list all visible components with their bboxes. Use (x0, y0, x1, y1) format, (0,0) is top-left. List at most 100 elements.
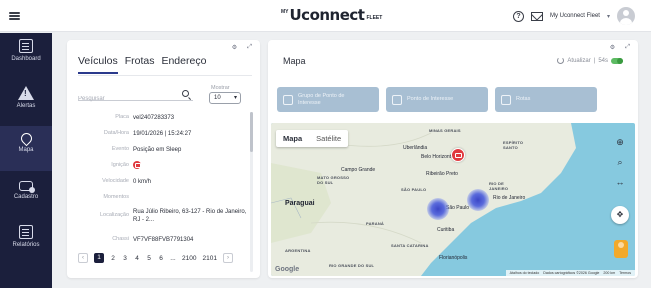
sidebar-item-label: Alertas (16, 103, 36, 109)
map-type-map[interactable]: Mapa (276, 130, 309, 147)
keyboard-shortcuts-link[interactable]: Atalhos do teclado (510, 271, 540, 275)
sidebar-item-register[interactable]: Cadastro (0, 173, 52, 218)
search-icon[interactable] (182, 90, 189, 97)
logo-main: Uconnect (289, 6, 365, 24)
settings-icon[interactable]: ⚙ (232, 44, 237, 51)
map-label: RIO DE JANEIRO (489, 181, 509, 191)
poi-button[interactable]: Ponto de Interesse (386, 87, 488, 112)
routes-label: Rotas (516, 96, 531, 103)
terms-link[interactable]: Termos (619, 271, 631, 275)
detail-row-plate: Placa vel2407283373 (78, 114, 248, 122)
sidebar-item-label: Relatórios (12, 242, 40, 248)
next-page-button[interactable]: › (222, 253, 233, 263)
map-country-label: Paraguai (285, 200, 315, 207)
sidebar-item-dashboard[interactable]: Dashboard (0, 33, 52, 78)
sidebar-item-alerts[interactable]: Alertas (0, 80, 52, 125)
chevron-down-icon[interactable]: ▾ (607, 13, 610, 20)
map-city: Rio de Janeiro (493, 195, 526, 201)
street-view-icon[interactable] (614, 240, 628, 258)
routes-button[interactable]: Rotas (495, 87, 597, 112)
map-panel: ⚙ ⤢ Mapa Atualizar | 54s Grupo de Ponto … (268, 40, 638, 278)
chevron-down-icon: ▾ (233, 95, 237, 101)
expand-icon[interactable]: ⤢ (247, 44, 252, 51)
detail-key: Evento (111, 146, 129, 152)
sidebar-item-map[interactable]: Mapa (0, 126, 52, 171)
vehicle-cluster[interactable] (467, 189, 489, 211)
auto-refresh-toggle[interactable] (611, 57, 623, 64)
map-attribution: Atalhos do teclado Dados cartográficos ©… (505, 270, 635, 276)
hamburger-menu-icon[interactable] (9, 12, 20, 20)
map-recenter-button[interactable]: ✥ (611, 206, 629, 224)
detail-row-chassis: Chassi VF7VF88FVB7791304 (78, 236, 248, 244)
show-label: Mostrar (211, 85, 230, 91)
scrollbar-thumb[interactable] (250, 112, 253, 152)
locate-icon[interactable]: ⊕ (613, 135, 627, 149)
page-size-select[interactable]: 10 ▾ (209, 92, 241, 104)
refresh-label[interactable]: Atualizar (567, 58, 590, 64)
pagination: ‹ 1 2 3 4 5 6 ... 2100 2101 › (78, 253, 233, 263)
map-label: PARANÁ (366, 221, 385, 226)
page-button[interactable]: 4 (134, 255, 140, 262)
settings-icon[interactable]: ⚙ (610, 44, 615, 51)
poi-group-button[interactable]: Grupo de Ponto de Interesse (277, 87, 379, 112)
map-type-control: Mapa Satélite (276, 130, 349, 147)
dashboard-icon (19, 39, 33, 53)
vehicle-cluster[interactable] (427, 198, 449, 220)
tabs-divider (78, 75, 252, 76)
tab-address[interactable]: Endereço (161, 55, 206, 74)
detail-row-location: Localização Rua Júlio Ribeiro, 63-127 - … (78, 208, 248, 224)
pan-horizontal-icon[interactable]: ↔ (613, 175, 627, 189)
tab-vehicles[interactable]: Veículos (78, 55, 118, 74)
page-button[interactable]: 1 (94, 253, 104, 263)
auto-refresh: Atualizar | 54s (557, 57, 623, 64)
map-label: MATO GROSSO DO SUL (317, 175, 350, 185)
search-input[interactable] (78, 92, 178, 102)
sidebar-item-label: Mapa (18, 147, 34, 153)
detail-row-event: Evento Posição em Sleep (78, 146, 248, 154)
page-button[interactable]: 3 (122, 255, 128, 262)
sidebar-item-label: Cadastro (13, 194, 39, 200)
poi-label: Ponto de Interesse (407, 96, 454, 103)
page-button[interactable]: 2101 (202, 255, 216, 262)
poi-group-icon (283, 94, 293, 105)
vehicle-marker[interactable] (451, 148, 465, 162)
detail-value: Posição em Sleep (133, 147, 182, 153)
zoom-icon[interactable]: ⌕ (613, 155, 627, 169)
map-canvas[interactable]: Mapa Satélite MINAS GERAIS ESPÍRITO SANT… (271, 123, 635, 276)
detail-value: Rua Júlio Ribeiro, 63-127 - Rio de Janei… (133, 209, 247, 223)
page-button[interactable]: 5 (146, 255, 152, 262)
poi-group-label: Grupo de Ponto de Interesse (298, 93, 345, 106)
help-icon[interactable]: ? (512, 10, 524, 22)
refresh-icon[interactable] (557, 57, 565, 64)
sidebar: Dashboard Alertas Mapa Cadastro Relatóri… (0, 33, 52, 288)
user-menu-label[interactable]: My Uconnect Fleet (550, 13, 600, 19)
map-city: Uberlândia (403, 145, 428, 151)
page-button[interactable]: 2 (110, 255, 116, 262)
logo-prefix: MY (281, 9, 289, 15)
avatar[interactable] (617, 7, 635, 25)
expand-icon[interactable]: ⤢ (625, 44, 630, 51)
sidebar-item-reports[interactable]: Relatórios (0, 219, 52, 264)
detail-key: Placa (115, 114, 129, 120)
map-data-text: Dados cartográficos ©2026 Google (543, 271, 600, 275)
detail-key: Momentos (103, 194, 129, 200)
mail-icon[interactable] (530, 11, 543, 21)
poi-icon (392, 94, 402, 105)
search-field[interactable] (78, 87, 193, 102)
detail-key: Velocidade (102, 178, 129, 184)
map-city: Curitiba (437, 227, 455, 233)
page-ellipsis: ... (170, 254, 176, 262)
tab-fleets[interactable]: Frotas (125, 55, 155, 74)
map-city: Ribeirão Preto (426, 171, 458, 177)
scale-label: 200 km (603, 271, 616, 275)
routes-icon (501, 94, 511, 105)
map-city: São Paulo (446, 205, 470, 211)
detail-value: vel2407283373 (133, 115, 175, 121)
alert-icon (18, 86, 34, 100)
detail-row-moments: Momentos (78, 194, 248, 200)
page-button[interactable]: 2100 (182, 255, 196, 262)
map-city: Campo Grande (341, 167, 376, 173)
map-type-satellite[interactable]: Satélite (309, 130, 348, 147)
page-button[interactable]: 6 (158, 255, 164, 262)
prev-page-button[interactable]: ‹ (78, 253, 88, 263)
